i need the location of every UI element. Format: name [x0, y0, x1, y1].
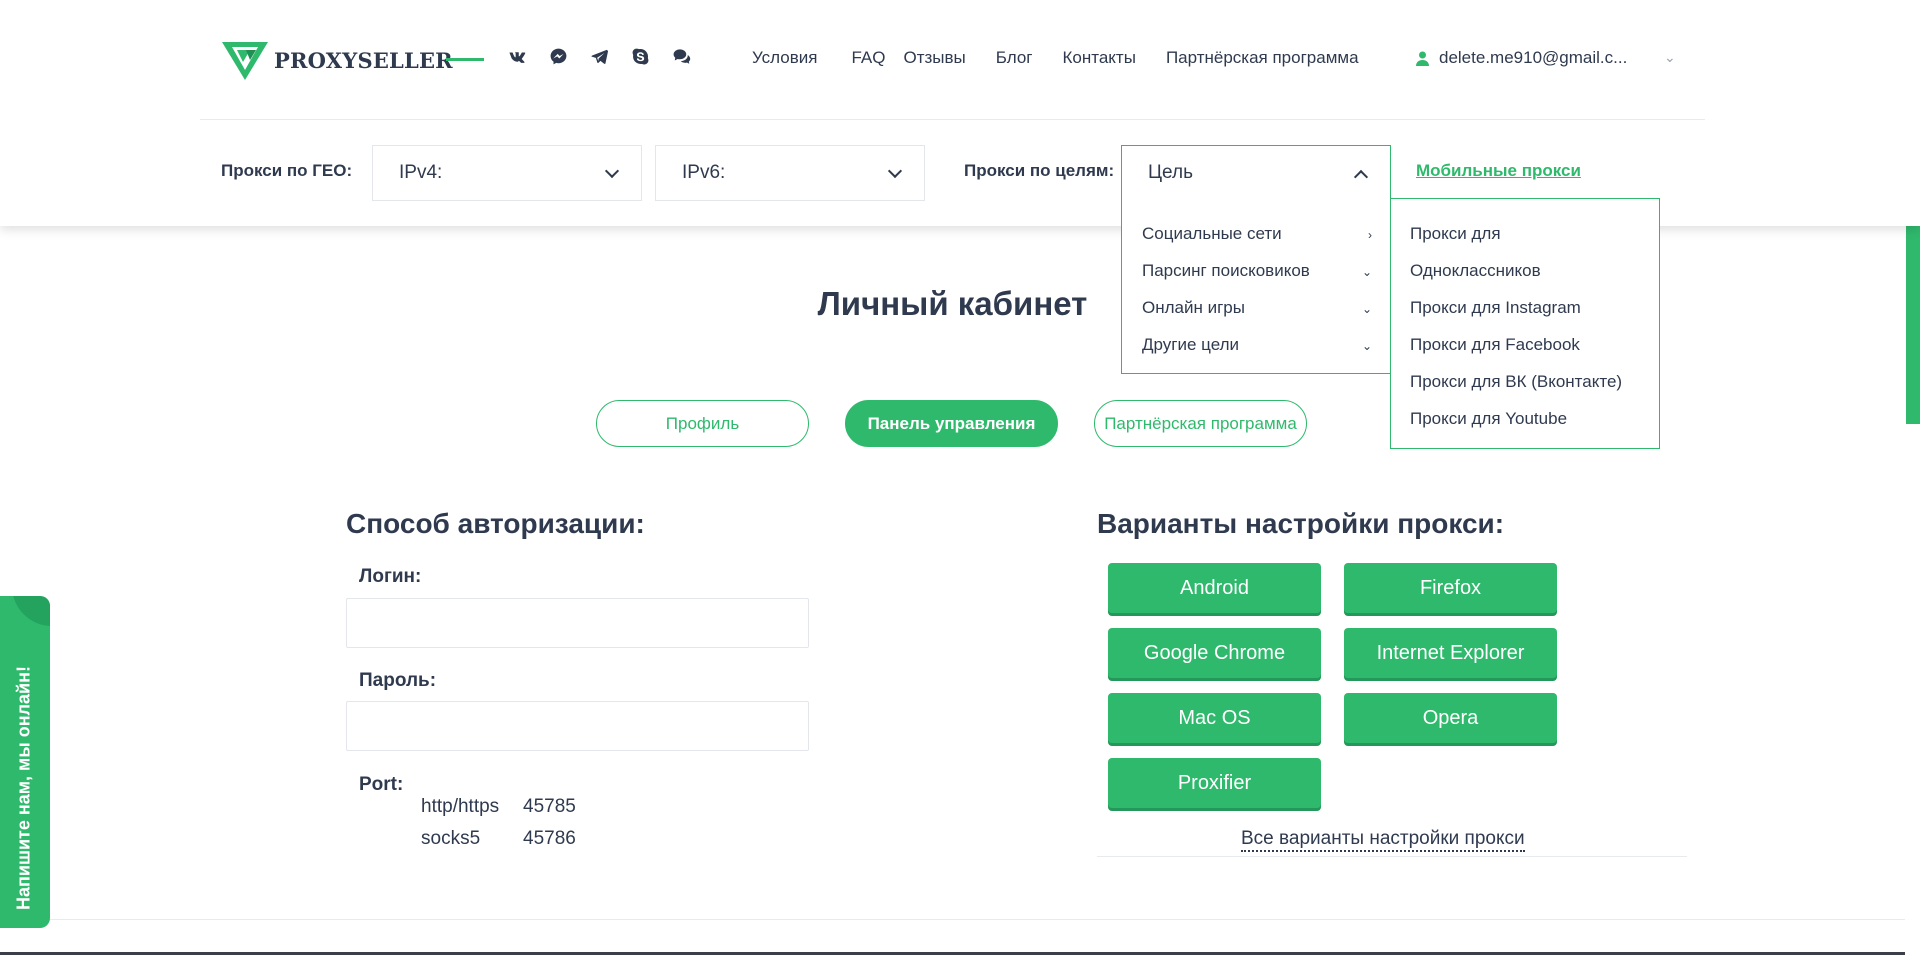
content-divider [0, 919, 1920, 920]
all-variants-link[interactable]: Все варианты настройки прокси [1241, 828, 1525, 852]
submenu-item[interactable]: Прокси для Youtube [1391, 400, 1659, 437]
dropdown-item-label: Социальные сети [1142, 223, 1282, 243]
dropdown-item-parsing[interactable]: Парсинг поисковиков ⌄ [1122, 252, 1390, 289]
chat-icon[interactable] [671, 46, 692, 67]
dropdown-item-label: Другие цели [1142, 334, 1240, 354]
geo-label: Прокси по ГЕО: [221, 161, 353, 180]
ie-button[interactable]: Internet Explorer [1344, 628, 1557, 678]
chevron-right-icon: › [1368, 228, 1372, 242]
user-menu[interactable]: delete.me910@gmail.c... [1416, 48, 1627, 68]
user-email: delete.me910@gmail.c... [1439, 48, 1628, 67]
password-label: Пароль: [359, 670, 437, 691]
port-protocol: socks5 [421, 828, 481, 849]
chevron-up-icon [1353, 169, 1369, 185]
port-protocol: http/https [421, 796, 500, 817]
chevron-down-icon: ⌄ [1361, 265, 1372, 279]
chevron-down-icon: ⌄ [1361, 339, 1372, 353]
submenu-item[interactable]: Одноклассников [1391, 252, 1659, 289]
social-submenu: Прокси для Одноклассников Прокси для Ins… [1390, 198, 1660, 449]
ipv6-select[interactable]: IPv6: [655, 145, 925, 201]
social-links [507, 46, 692, 67]
proxifier-button[interactable]: Proxifier [1108, 758, 1321, 808]
header-divider [200, 119, 1705, 120]
logo[interactable]: PROXYSELLER [220, 36, 453, 84]
vk-icon[interactable] [507, 46, 528, 67]
user-icon [1416, 51, 1429, 66]
settings-divider [1097, 856, 1687, 857]
dropdown-item-other[interactable]: Другие цели ⌄ [1122, 326, 1390, 363]
logo-divider [446, 58, 484, 61]
mobile-proxy-link[interactable]: Мобильные прокси [1416, 161, 1581, 181]
site-header: PROXYSELLER Условия FAQ Отзывы Блог Конт… [0, 0, 1920, 226]
nav-blog-link[interactable]: Блог [996, 48, 1033, 68]
port-number: 45786 [523, 828, 576, 849]
tab-partner[interactable]: Партнёрская программа [1094, 400, 1307, 447]
purpose-select[interactable]: Цель [1121, 145, 1391, 201]
ipv4-select[interactable]: IPv4: [372, 145, 642, 201]
topbar: PROXYSELLER Условия FAQ Отзывы Блог Конт… [220, 36, 1680, 84]
chevron-down-icon [604, 163, 620, 179]
tab-profile[interactable]: Профиль [596, 400, 809, 447]
chat-widget-text: Напишите нам, мы онлайн! [13, 666, 34, 910]
chrome-button[interactable]: Google Chrome [1108, 628, 1321, 678]
submenu-item[interactable]: Прокси для Instagram [1391, 289, 1659, 326]
login-label: Логин: [359, 566, 422, 587]
nav-faq-link[interactable]: FAQ [851, 48, 885, 68]
messenger-icon[interactable] [548, 46, 569, 67]
main-nav: Условия FAQ Отзывы Блог Контакты Партнёр… [752, 48, 1389, 68]
logo-icon [222, 42, 268, 80]
password-field[interactable] [346, 701, 809, 751]
purpose-label: Прокси по целям: [964, 161, 1115, 180]
proxy-filters: Прокси по ГЕО: IPv4: IPv6: Прокси по цел… [0, 145, 1920, 201]
chat-widget-button[interactable]: Напишите нам, мы онлайн! [0, 596, 50, 928]
telegram-icon[interactable] [589, 46, 610, 67]
ipv6-select-value: IPv6: [682, 162, 726, 183]
chevron-down-icon[interactable]: ⌄ [1664, 50, 1676, 66]
logo-text: PROXYSELLER [274, 47, 453, 73]
tab-control-panel[interactable]: Панель управления [845, 400, 1058, 447]
page: PROXYSELLER Условия FAQ Отзывы Блог Конт… [0, 0, 1920, 955]
purpose-dropdown-menu: Социальные сети › Парсинг поисковиков ⌄ … [1121, 199, 1391, 374]
firefox-button[interactable]: Firefox [1344, 563, 1557, 613]
dropdown-item-social[interactable]: Социальные сети › [1122, 215, 1390, 252]
submenu-item[interactable]: Прокси для Facebook [1391, 326, 1659, 363]
ipv4-select-value: IPv4: [399, 162, 443, 183]
port-label: Port: [359, 774, 404, 795]
chevron-down-icon [887, 163, 903, 179]
login-field[interactable] [346, 598, 809, 648]
dropdown-item-label: Парсинг поисковиков [1142, 260, 1310, 280]
nav-reviews-link[interactable]: Отзывы [903, 48, 965, 68]
dropdown-item-label: Онлайн игры [1142, 297, 1245, 317]
nav-terms-link[interactable]: Условия [752, 48, 817, 68]
port-number: 45785 [523, 796, 576, 817]
purpose-select-value: Цель [1148, 162, 1193, 183]
nav-partner-link[interactable]: Партнёрская программа [1166, 48, 1359, 68]
submenu-item[interactable]: Прокси для ВК (Вконтакте) [1391, 363, 1659, 400]
chevron-down-icon: ⌄ [1361, 302, 1372, 316]
opera-button[interactable]: Opera [1344, 693, 1557, 743]
settings-section-title: Варианты настройки прокси: [1097, 508, 1505, 539]
nav-contacts-link[interactable]: Контакты [1063, 48, 1136, 68]
macos-button[interactable]: Mac OS [1108, 693, 1321, 743]
auth-section-title: Способ авторизации: [346, 508, 645, 539]
dropdown-item-games[interactable]: Онлайн игры ⌄ [1122, 289, 1390, 326]
skype-icon[interactable] [630, 46, 651, 67]
submenu-item[interactable]: Прокси для [1391, 215, 1659, 252]
android-button[interactable]: Android [1108, 563, 1321, 613]
